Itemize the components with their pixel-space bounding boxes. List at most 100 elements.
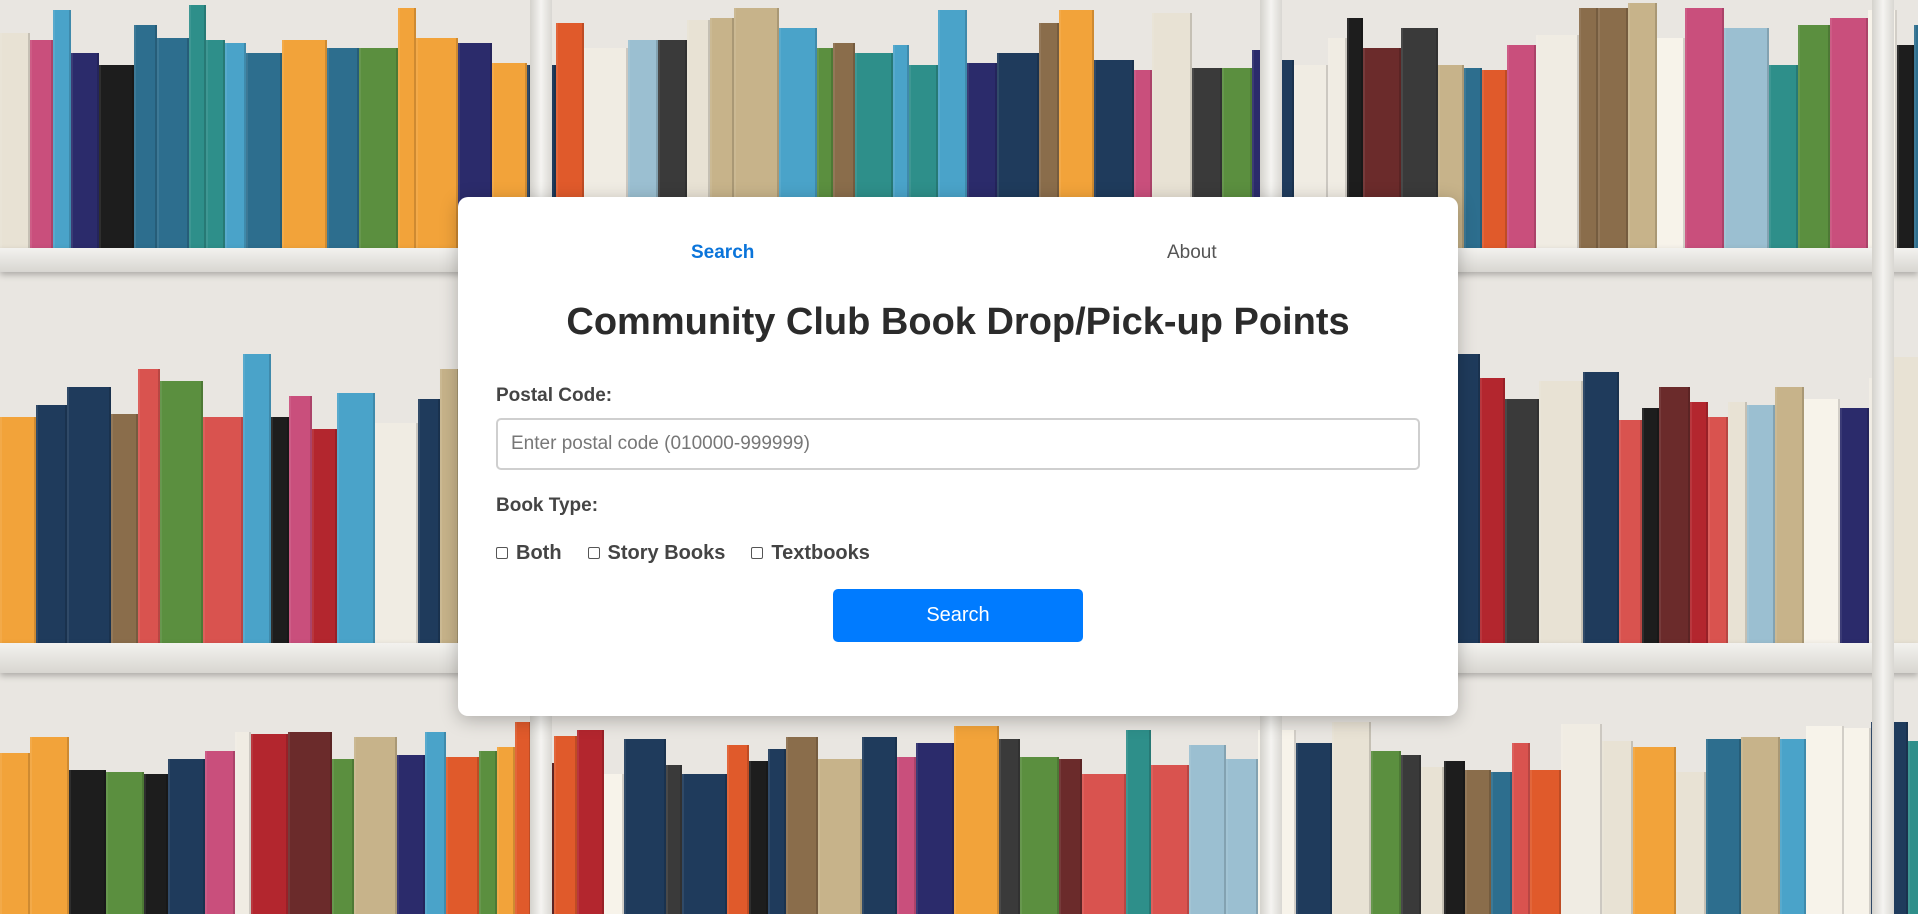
book-spine: [1798, 25, 1830, 250]
book-spine: [138, 369, 160, 645]
book-spine: [1602, 741, 1633, 914]
bottom-shelf-books: [0, 720, 1918, 914]
book-spine: [398, 7, 416, 250]
book-spine: [235, 731, 251, 914]
book-spine: [99, 65, 134, 250]
book-spine: [1151, 764, 1189, 914]
book-spine: [1507, 45, 1536, 250]
book-spine: [354, 737, 397, 914]
book-spine: [1512, 743, 1530, 914]
book-spine: [497, 747, 515, 914]
book-spine: [53, 10, 71, 250]
book-spine: [0, 417, 36, 645]
book-spine: [1491, 772, 1512, 914]
book-spine: [1914, 25, 1918, 250]
book-spine: [1421, 766, 1444, 914]
book-spine: [1530, 770, 1561, 914]
textbooks-checkbox[interactable]: [751, 547, 764, 559]
book-spine: [1724, 27, 1769, 250]
book-spine: [375, 423, 418, 645]
book-type-label: Book Type:: [496, 495, 599, 516]
both-checkbox-label: Both: [516, 541, 562, 564]
nav-tabs: Search About: [458, 242, 1458, 266]
book-spine: [418, 399, 440, 645]
book-spine: [440, 369, 459, 645]
book-spine: [36, 405, 67, 645]
book-spine: [1536, 35, 1579, 250]
postal-code-label: Postal Code:: [496, 385, 613, 406]
tab-about[interactable]: About: [1167, 242, 1217, 264]
book-spine: [1444, 760, 1465, 914]
book-spine: [1840, 408, 1869, 645]
textbooks-checkbox-label: Textbooks: [771, 541, 870, 564]
book-spine: [359, 47, 398, 250]
book-spine: [916, 743, 954, 914]
book-type-options: Both Story Books Textbooks: [496, 540, 896, 566]
book-spine: [954, 725, 999, 914]
book-spine: [271, 417, 289, 645]
book-spine: [157, 37, 189, 250]
shelf-divider-right: [1872, 0, 1894, 914]
book-spine: [1685, 7, 1724, 250]
book-spine: [1480, 378, 1505, 645]
book-spine: [30, 40, 53, 250]
both-checkbox[interactable]: [496, 547, 508, 559]
book-spine: [1741, 737, 1780, 914]
book-spine: [251, 733, 288, 914]
book-spine: [749, 760, 768, 914]
book-spine: [246, 52, 282, 250]
book-spine: [168, 758, 205, 914]
book-type-option-both[interactable]: Both: [496, 542, 562, 565]
postal-code-input[interactable]: [496, 418, 1420, 470]
book-spine: [282, 40, 327, 250]
book-spine: [160, 381, 203, 645]
search-card: Search About Community Club Book Drop/Pi…: [458, 197, 1458, 716]
book-spine: [1769, 65, 1798, 250]
book-spine: [1897, 45, 1914, 250]
search-button[interactable]: Search: [833, 589, 1083, 642]
book-spine: [862, 737, 897, 914]
tab-search[interactable]: Search: [691, 242, 754, 264]
book-spine: [337, 393, 375, 645]
book-spine: [1020, 756, 1059, 914]
book-spine: [289, 396, 312, 645]
book-spine: [1628, 2, 1657, 250]
book-spine: [1371, 751, 1401, 914]
book-spine: [1226, 758, 1258, 914]
book-spine: [1892, 357, 1918, 645]
book-spine: [189, 5, 206, 250]
story-books-checkbox[interactable]: [587, 547, 600, 559]
book-spine: [666, 764, 682, 914]
book-spine: [1505, 399, 1539, 645]
book-spine: [203, 417, 243, 645]
page-title: Community Club Book Drop/Pick-up Points: [566, 301, 1350, 343]
book-spine: [312, 429, 337, 645]
book-spine: [897, 756, 916, 914]
book-spine: [134, 25, 157, 250]
book-spine: [288, 731, 332, 914]
book-spine: [425, 731, 446, 914]
book-spine: [71, 52, 99, 250]
book-spine: [604, 774, 624, 914]
book-spine: [332, 758, 354, 914]
book-spine: [1332, 721, 1371, 914]
book-spine: [327, 47, 359, 250]
book-spine: [515, 721, 531, 914]
book-type-option-textbooks[interactable]: Textbooks: [751, 542, 870, 565]
book-spine: [1482, 70, 1507, 250]
book-spine: [243, 354, 271, 645]
book-spine: [1633, 747, 1676, 914]
book-spine: [682, 774, 727, 914]
book-spine: [1659, 387, 1690, 645]
book-spine: [69, 770, 106, 914]
book-spine: [144, 774, 168, 914]
book-spine: [206, 40, 225, 250]
book-type-option-story-books[interactable]: Story Books: [587, 542, 725, 565]
book-spine: [1583, 372, 1619, 645]
book-spine: [1806, 725, 1844, 914]
book-spine: [1706, 739, 1741, 914]
book-spine: [1676, 772, 1706, 914]
book-spine: [624, 739, 666, 914]
book-spine: [1657, 37, 1685, 250]
book-spine: [1579, 7, 1598, 250]
